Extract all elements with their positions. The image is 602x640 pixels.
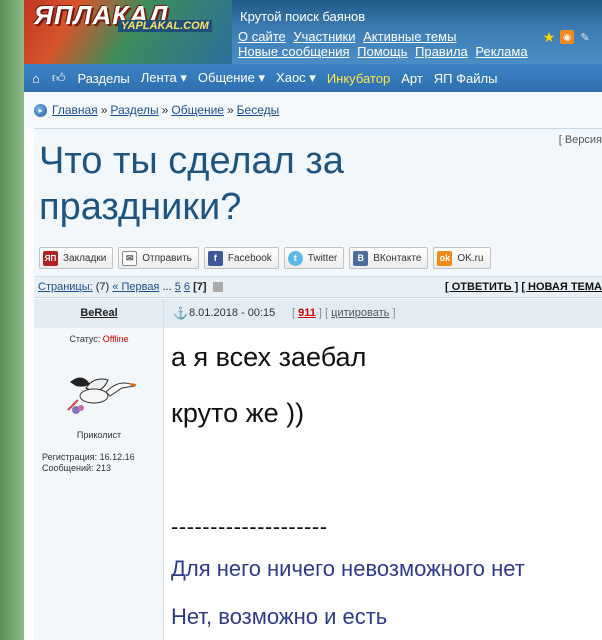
topic-header: Что ты сделал за праздники? [ Версия [34, 128, 602, 240]
post-number-block: [ 911 ] [ цитировать ] [292, 307, 396, 319]
breadcrumb-home[interactable]: Главная [52, 103, 98, 117]
breadcrumb-separator: » [161, 103, 169, 117]
page-link-5[interactable]: 5 [175, 281, 181, 293]
header-links: О сайте Участники Активные темы Новые со… [238, 29, 532, 59]
topic-title: Что ты сделал за праздники? [39, 140, 344, 228]
share-bar: ЯП Закладки ✉ Отправить f Facebook t Twi… [34, 240, 602, 276]
author-status: Статус: Offline [34, 334, 164, 344]
anchor-icon[interactable]: ⚓ [173, 306, 188, 320]
post-body: а я всех заебал круто же )) ------------… [164, 328, 602, 640]
reply-button[interactable]: [ ОТВЕТИТЬ ] [445, 281, 518, 293]
signature-line-2: Нет, возможно и есть [171, 604, 388, 629]
breadcrumb-separator: » [226, 103, 234, 117]
vk-label: ВКонтакте [373, 252, 422, 264]
quote-button[interactable]: цитировать [331, 307, 389, 319]
author-name[interactable]: BeReal [34, 307, 164, 319]
send-button[interactable]: ✉ Отправить [118, 247, 199, 269]
facebook-share-button[interactable]: f Facebook [203, 247, 279, 269]
send-label: Отправить [142, 252, 192, 264]
author-registration: Регистрация: 16.12.16 [42, 452, 135, 462]
link-active-topics[interactable]: Активные темы [363, 29, 456, 44]
breadcrumb-bullet-icon: ▸ [34, 103, 47, 117]
header-links-row-2: Новые сообщения Помощь Правила Реклама [238, 44, 532, 59]
vk-share-button[interactable]: B ВКонтакте [349, 247, 429, 269]
avatar [67, 377, 136, 414]
ok-share-button[interactable]: ok OK.ru [433, 247, 491, 269]
breadcrumb: ▸ Главная » Разделы » Общение » Беседы [34, 103, 279, 117]
post-author-header: BeReal [34, 299, 164, 328]
thumbs-up-icon[interactable]: 👍︎ [52, 70, 66, 86]
post-text-line-2: круто же )) [171, 398, 305, 428]
page-link-6[interactable]: 6 [184, 281, 190, 293]
left-background-strip [0, 0, 24, 640]
twitter-label: Twitter [307, 252, 338, 264]
breadcrumb-separator: » [100, 103, 108, 117]
version-link[interactable]: [ Версия [559, 134, 602, 146]
site-logo-subtitle[interactable]: YAPLAKAL.COM [118, 20, 212, 32]
rss-icon[interactable]: ◉ [560, 30, 574, 44]
facebook-icon: f [207, 250, 223, 266]
link-help[interactable]: Помощь [357, 44, 407, 59]
star-icon[interactable]: ★ [542, 29, 556, 45]
author-meta: Регистрация: 16.12.16 Сообщений: 213 [42, 452, 135, 474]
breadcrumb-communication[interactable]: Общение [171, 103, 224, 117]
ok-icon: ok [437, 250, 453, 266]
new-topic-button[interactable]: [ НОВАЯ ТЕМА [521, 281, 602, 293]
first-page-link[interactable]: « Первая [112, 281, 159, 293]
author-messages: Сообщений: 213 [42, 463, 112, 473]
page: ЯПЛАКАЛ YAPLAKAL.COM Крутой поиск баянов… [0, 0, 602, 640]
twitter-share-button[interactable]: t Twitter [283, 247, 345, 269]
post-date: 8.01.2018 - 00:15 [189, 307, 276, 319]
status-label: Статус: [69, 334, 101, 344]
pages-label[interactable]: Страницы: [38, 281, 93, 293]
signature-line-1: Для него ничего невозможного нет [171, 556, 525, 581]
pages-ellipsis: ... [162, 281, 172, 293]
author-rank: Приколист [76, 430, 122, 440]
post-header: ⚓ 8.01.2018 - 00:15 [ 911 ] [ цитировать… [164, 299, 602, 328]
bookmarks-label: Закладки [63, 252, 107, 264]
ok-label: OK.ru [457, 252, 484, 264]
nav-chaos[interactable]: Хаос ▾ [276, 70, 316, 86]
topic-actions: [ ОТВЕТИТЬ ] [ НОВАЯ ТЕМА [445, 281, 602, 293]
home-icon[interactable]: ⌂ [32, 71, 40, 86]
nav-sections[interactable]: Разделы [77, 71, 129, 86]
link-members[interactable]: Участники [293, 29, 355, 44]
nav-files[interactable]: ЯП Файлы [434, 71, 498, 86]
bookmarks-button[interactable]: ЯП Закладки [39, 247, 114, 269]
mail-icon: ✉ [122, 250, 138, 266]
pagination-row: Страницы: (7) « Первая ... 5 6 [7] [ ОТВ… [34, 276, 602, 298]
status-value: Offline [102, 334, 129, 344]
link-ads[interactable]: Реклама [475, 44, 527, 59]
page-jump-icon[interactable] [212, 282, 223, 293]
search-tagline-link[interactable]: Крутой поиск баянов [240, 9, 365, 24]
pencil-icon[interactable]: ✎ [578, 30, 592, 44]
author-profile: Статус: Offline Приколист Регистрация: 1… [34, 328, 164, 640]
link-rules[interactable]: Правила [415, 44, 468, 59]
post-number[interactable]: 911 [298, 307, 316, 319]
signature-divider: -------------------- [171, 514, 328, 539]
twitter-icon: t [287, 250, 303, 266]
nav-feed[interactable]: Лента ▾ [141, 70, 187, 86]
current-page: [7] [193, 281, 207, 293]
vk-icon: B [353, 250, 369, 266]
nav-incubator[interactable]: Инкубатор [327, 71, 390, 86]
breadcrumb-area: ▸ Главная » Разделы » Общение » Беседы [24, 92, 602, 128]
header-banner: ЯПЛАКАЛ YAPLAKAL.COM Крутой поиск баянов… [0, 0, 602, 64]
pagination: Страницы: (7) « Первая ... 5 6 [7] [38, 281, 223, 293]
link-new-messages[interactable]: Новые сообщения [238, 44, 350, 59]
header-icons: ★ ◉ ✎ [542, 29, 592, 45]
nav-art[interactable]: Арт [401, 71, 423, 86]
yp-icon: ЯП [43, 250, 58, 266]
header-links-row-1: О сайте Участники Активные темы [238, 29, 532, 44]
pages-count: (7) [95, 281, 110, 293]
nav-communication[interactable]: Общение ▾ [198, 70, 265, 86]
post-text-line-1: а я всех заебал [171, 342, 367, 372]
facebook-label: Facebook [227, 252, 272, 264]
main-nav: ⌂ 👍︎ Разделы Лента ▾ Общение ▾ Хаос ▾ Ин… [24, 64, 602, 92]
link-about[interactable]: О сайте [238, 29, 286, 44]
breadcrumb-talks[interactable]: Беседы [237, 103, 280, 117]
breadcrumb-sections[interactable]: Разделы [110, 103, 158, 117]
